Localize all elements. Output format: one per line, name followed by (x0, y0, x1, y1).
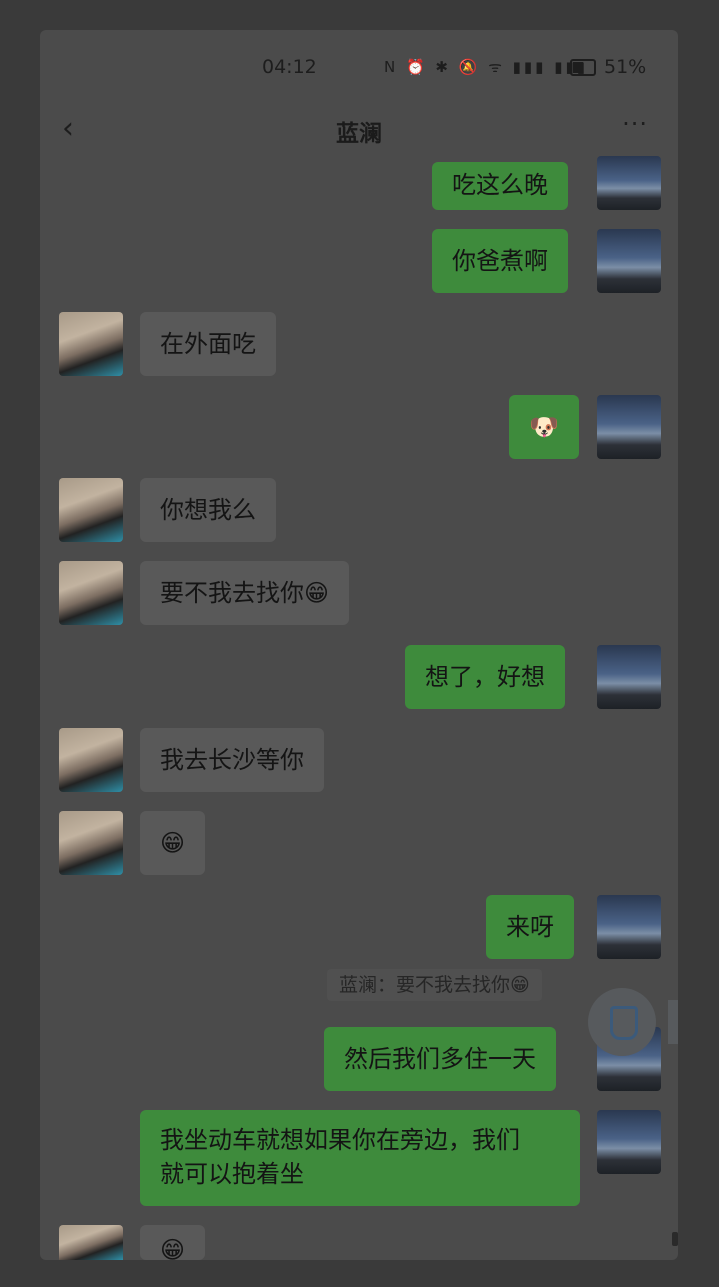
scrollbar-thumb[interactable] (672, 1232, 678, 1246)
message-outgoing[interactable]: 想了，好想 (405, 645, 565, 709)
avatar-me[interactable] (597, 395, 661, 459)
floating-shield-button[interactable] (588, 988, 656, 1056)
avatar-contact[interactable] (59, 478, 123, 542)
message-emoji[interactable]: 😁 (140, 1225, 206, 1260)
battery-percent: 51% (604, 56, 647, 78)
avatar-contact[interactable] (59, 728, 123, 792)
more-options-icon[interactable]: ··· (622, 110, 648, 138)
message-sticker[interactable]: 🐶 (509, 395, 579, 459)
avatar-contact[interactable] (59, 312, 123, 376)
status-time: 04:12 (262, 56, 317, 78)
message-outgoing[interactable]: 你爸煮啊 (432, 229, 568, 293)
message-list[interactable]: 吃这么晚 你爸煮啊 在外面吃 🐶 你想我么 要不我去找你😁 想了，好想 我去长沙… (40, 156, 678, 1260)
chat-title: 蓝澜 (336, 121, 382, 147)
message-emoji[interactable]: 😁 (140, 811, 206, 875)
message-incoming[interactable]: 要不我去找你😁 (140, 561, 350, 625)
message-incoming[interactable]: 我去长沙等你 (140, 728, 324, 792)
battery-icon (570, 59, 596, 76)
avatar-contact[interactable] (59, 811, 123, 875)
avatar-me[interactable] (597, 1110, 661, 1174)
message-incoming[interactable]: 在外面吃 (140, 312, 276, 376)
shield-icon (610, 1006, 638, 1040)
message-outgoing[interactable]: 然后我们多住一天 (324, 1027, 556, 1091)
message-outgoing-multiline[interactable]: 我坐动车就想如果你在旁边，我们 就可以抱着坐 (140, 1110, 580, 1206)
chat-header: ‹ 蓝澜 ··· (40, 110, 678, 150)
message-incoming[interactable]: 你想我么 (140, 478, 276, 542)
avatar-me[interactable] (597, 645, 661, 709)
avatar-contact[interactable] (59, 561, 123, 625)
avatar-me[interactable] (597, 229, 661, 293)
avatar-contact[interactable] (59, 1225, 123, 1260)
quoted-reply[interactable]: 蓝澜：要不我去找你😁 (327, 969, 542, 1001)
message-outgoing[interactable]: 吃这么晚 (432, 162, 568, 210)
avatar-me[interactable] (597, 895, 661, 959)
message-line: 我坐动车就想如果你在旁边，我们 (160, 1126, 520, 1154)
message-line: 就可以抱着坐 (160, 1160, 304, 1188)
phone-screen: 04:12 N ⏰ ✱ 🔕 ᯤ ▮▮▮ ▮▮▮ 51% ‹ 蓝澜 ··· 吃这么… (40, 30, 678, 1260)
status-bar: 04:12 N ⏰ ✱ 🔕 ᯤ ▮▮▮ ▮▮▮ 51% (40, 56, 678, 80)
avatar-me[interactable] (597, 156, 661, 210)
floating-tab[interactable] (668, 1000, 678, 1044)
message-outgoing[interactable]: 来呀 (486, 895, 574, 959)
status-icons: N ⏰ ✱ 🔕 ᯤ ▮▮▮ ▮▮▮ (384, 58, 588, 76)
